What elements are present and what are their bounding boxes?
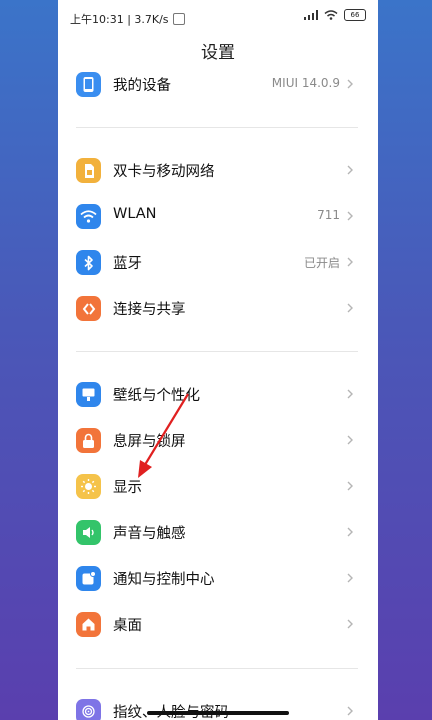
chevron-right-icon	[347, 79, 353, 89]
wifi-icon	[76, 204, 101, 229]
chevron-right-icon	[347, 165, 353, 175]
page-title: 设置	[201, 43, 235, 63]
chevron-right-icon	[347, 527, 353, 537]
settings-item-label: 通知与控制中心	[113, 572, 215, 588]
chevron-right-icon	[347, 706, 353, 716]
home-indicator[interactable]	[147, 711, 289, 715]
settings-item-notifications[interactable]: 通知与控制中心	[58, 555, 378, 601]
chevron-right-icon	[347, 257, 353, 267]
settings-item-label: 桌面	[113, 618, 142, 634]
bluetooth-icon	[76, 250, 101, 275]
settings-item-fingerprint[interactable]: 指纹、人脸与密码	[58, 688, 378, 720]
speaker-icon	[76, 520, 101, 545]
fingerprint-icon	[76, 699, 101, 720]
settings-item-value: 已开启	[303, 256, 340, 270]
settings-item-label: 息屏与锁屏	[113, 434, 186, 450]
notification-icon	[76, 566, 101, 591]
status-time-speed: 上午10:31 | 3.7K/s	[70, 13, 169, 26]
chevron-right-icon	[347, 303, 353, 313]
chevron-right-icon	[347, 481, 353, 491]
sim-card-icon	[76, 158, 101, 183]
settings-item-value: 711	[317, 208, 340, 222]
status-bar: 上午10:31 | 3.7K/s 66	[58, 0, 378, 34]
settings-item-label: 蓝牙	[113, 256, 142, 272]
settings-item-connection-sharing[interactable]: 连接与共享	[58, 285, 378, 331]
settings-item-label: 声音与触感	[113, 526, 186, 542]
divider	[76, 351, 358, 352]
settings-item-dual-sim[interactable]: 双卡与移动网络	[58, 147, 378, 193]
status-left: 上午10:31 | 3.7K/s	[70, 11, 185, 27]
chevron-right-icon	[347, 211, 353, 221]
settings-item-label: 壁纸与个性化	[113, 388, 200, 404]
settings-item-label: WLAN	[113, 206, 157, 222]
settings-item-label: 显示	[113, 480, 142, 496]
app-notification-icon	[172, 13, 185, 25]
settings-item-display[interactable]: 显示	[58, 463, 378, 509]
settings-item-value: MIUI 14.0.9	[271, 76, 340, 90]
home-icon	[76, 612, 101, 637]
phone-icon	[76, 72, 101, 97]
chevron-right-icon	[347, 619, 353, 629]
divider	[76, 127, 358, 128]
settings-item-label: 我的设备	[113, 78, 171, 94]
divider	[76, 668, 358, 669]
status-right: 66	[304, 9, 366, 21]
settings-item-wallpaper[interactable]: 壁纸与个性化	[58, 371, 378, 417]
wallpaper-icon	[76, 382, 101, 407]
settings-item-wlan[interactable]: WLAN 711	[58, 193, 378, 239]
settings-item-label: 双卡与移动网络	[113, 164, 215, 180]
settings-item-lock-screen[interactable]: 息屏与锁屏	[58, 417, 378, 463]
sun-icon	[76, 474, 101, 499]
settings-item-bluetooth[interactable]: 蓝牙 已开启	[58, 239, 378, 285]
settings-item-home-screen[interactable]: 桌面	[58, 601, 378, 647]
battery-indicator: 66	[344, 9, 366, 21]
share-icon	[76, 296, 101, 321]
settings-item-sound[interactable]: 声音与触感	[58, 509, 378, 555]
settings-screen: 上午10:31 | 3.7K/s 66 设置 我的设备 MIUI 14.0.9	[58, 0, 378, 720]
settings-item-my-device[interactable]: 我的设备 MIUI 14.0.9	[58, 61, 378, 107]
signal-icon	[304, 10, 318, 20]
chevron-right-icon	[347, 573, 353, 583]
wifi-status-icon	[324, 10, 338, 20]
chevron-right-icon	[347, 389, 353, 399]
chevron-right-icon	[347, 435, 353, 445]
lock-icon	[76, 428, 101, 453]
settings-item-label: 连接与共享	[113, 302, 186, 318]
